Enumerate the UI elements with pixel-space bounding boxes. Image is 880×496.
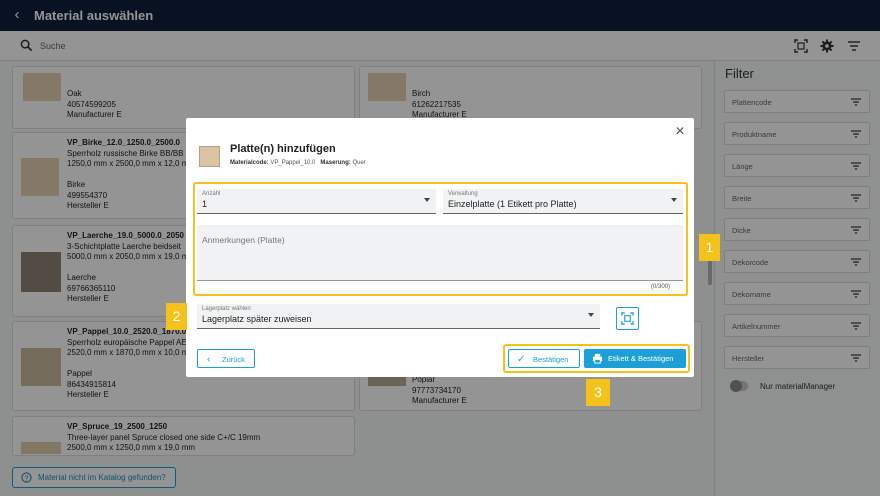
dialog-title: Platte(n) hinzufügen <box>230 143 336 155</box>
dropdown-arrow-icon <box>588 313 594 317</box>
callout-badge-1: 1 <box>699 234 720 261</box>
callout-badge-2: 2 <box>166 303 187 330</box>
scan-icon <box>621 312 634 325</box>
print-label-confirm-button[interactable]: Etikett & Bestätigen <box>584 349 686 368</box>
callout-badge-3: 3 <box>586 379 610 406</box>
dropdown-arrow-icon <box>671 198 677 202</box>
plate-icon <box>199 146 220 167</box>
char-counter: (0/300) <box>651 284 671 290</box>
back-button[interactable]: ‹ Zurück <box>197 349 255 368</box>
dialog-subtitle: Materialcode: VP_Pappel_10.0 Maserung: Q… <box>230 160 366 166</box>
scan-location-button[interactable] <box>616 307 639 330</box>
chevron-left-icon: ‹ <box>207 354 211 365</box>
verwaltung-select[interactable]: Verwaltung Einzelplatte (1 Etikett pro P… <box>443 189 683 214</box>
lagerplatz-select[interactable]: Lagerplatz wählen Lagerplatz später zuwe… <box>197 304 600 329</box>
close-icon[interactable]: ✕ <box>673 124 687 138</box>
check-icon: ✓ <box>517 354 526 365</box>
anzahl-field[interactable]: Anzahl 1 <box>197 189 436 214</box>
printer-icon <box>592 353 603 364</box>
anmerkungen-textarea[interactable]: Anmerkungen (Platte) <box>197 225 683 281</box>
confirm-button[interactable]: ✓ Bestätigen <box>508 349 580 368</box>
dropdown-arrow-icon <box>424 198 430 202</box>
